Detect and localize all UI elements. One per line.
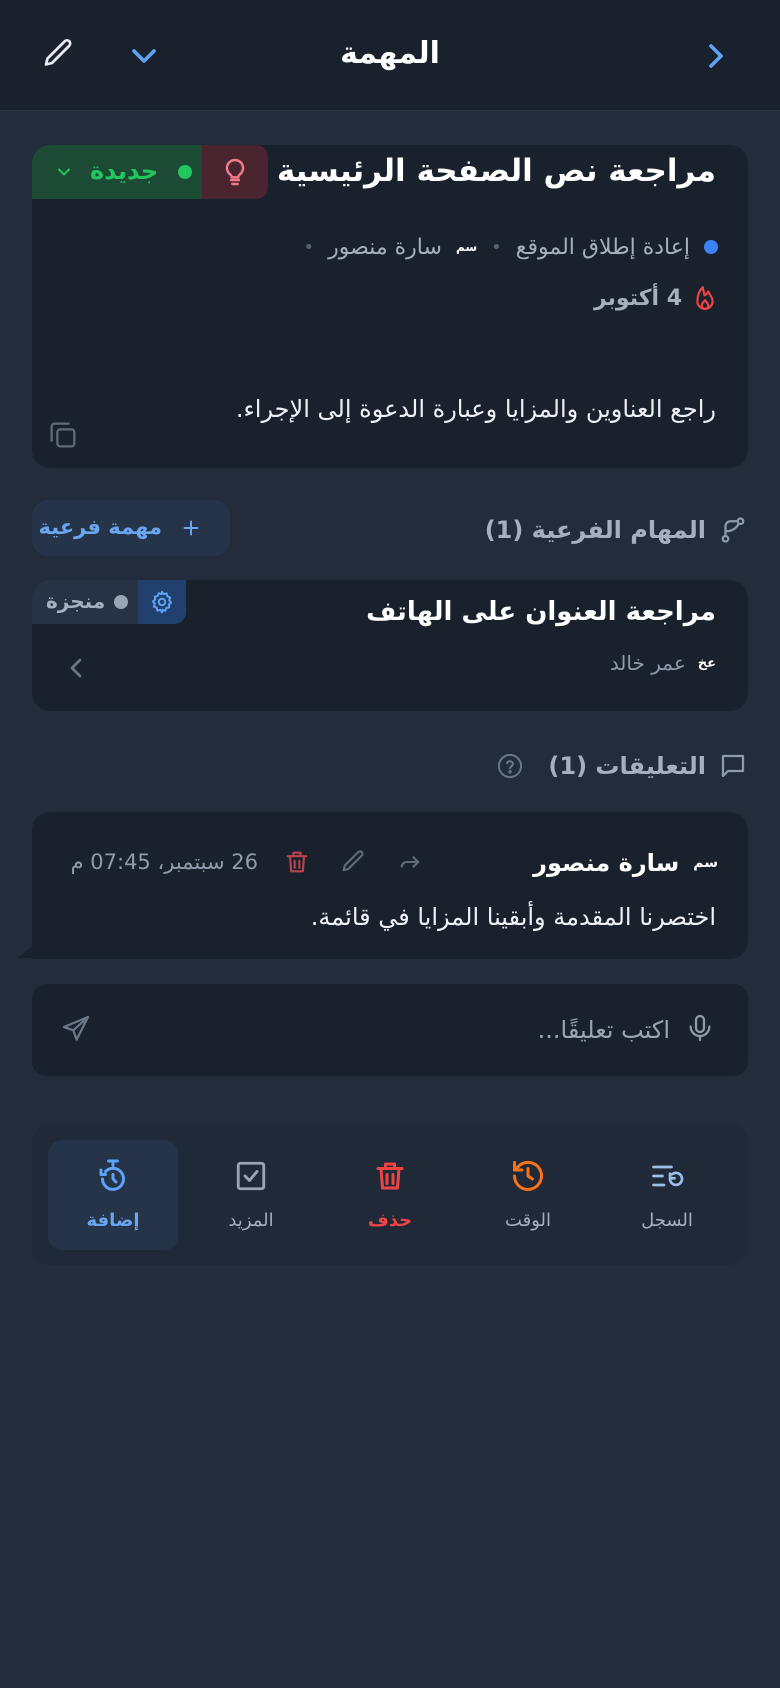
app-header: المهمة — [0, 0, 780, 111]
reply-button[interactable] — [396, 848, 426, 878]
copy-button[interactable] — [46, 418, 82, 454]
add-subtask-label: مهمة فرعية — [38, 515, 162, 539]
subtasks-heading: المهام الفرعية (1) — [484, 516, 706, 544]
chevron-right-icon — [709, 44, 723, 68]
microphone-icon — [689, 1014, 711, 1042]
voice-button[interactable] — [684, 1012, 718, 1046]
comment-bubble — [32, 812, 748, 959]
project-dot — [704, 240, 718, 254]
subtask-assignee-avatar: عخ — [697, 655, 716, 671]
clock-history-icon — [513, 1160, 543, 1191]
task-meta-row: إعادة إطلاق الموقع • سم سارة منصور • — [304, 231, 718, 263]
subtask-title: مراجعة العنوان على الهاتف — [366, 597, 716, 627]
assignee-avatar: سم — [455, 240, 478, 254]
subtask-settings-button[interactable] — [138, 580, 186, 624]
idea-button[interactable] — [202, 145, 268, 199]
status-dropdown[interactable]: جديدة — [32, 145, 202, 199]
separator-dot: • — [303, 236, 315, 258]
page-title: المهمة — [340, 36, 440, 71]
plus-icon — [183, 520, 199, 536]
project-name[interactable]: إعادة إطلاق الموقع — [516, 235, 690, 260]
trash-icon — [376, 1162, 404, 1190]
comment-author-avatar: سم — [693, 855, 718, 871]
tab-label: الوقت — [504, 1210, 552, 1231]
comment-input[interactable] — [110, 1006, 670, 1054]
branch-icon — [721, 517, 745, 543]
subtask-assignee-name: عمر خالد — [609, 651, 686, 675]
reply-arrow-icon — [400, 856, 420, 868]
task-title: مراجعة نص الصفحة الرئيسية — [276, 153, 716, 189]
time-button[interactable]: الوقت — [463, 1140, 593, 1250]
pencil-icon — [342, 850, 364, 872]
comments-heading: التعليقات (1) — [548, 752, 706, 780]
comment-header-row: سم سارة منصور — [533, 846, 718, 880]
gear-icon — [151, 590, 173, 614]
comment-timestamp: 26 سبتمبر، 07:45 م — [70, 850, 258, 874]
delete-comment-button[interactable] — [283, 848, 313, 878]
help-circle-icon[interactable] — [496, 752, 524, 780]
history-list-icon — [652, 1165, 684, 1187]
add-subtask-button[interactable]: مهمة فرعية — [32, 500, 230, 556]
history-log-button[interactable]: السجل — [602, 1140, 732, 1250]
separator-dot: • — [491, 236, 502, 258]
comment-author: سارة منصور — [533, 849, 680, 877]
chevron-down-icon — [58, 168, 70, 176]
tab-label: السجل — [641, 1210, 693, 1231]
delete-task-button[interactable]: حذف — [325, 1140, 455, 1250]
due-date-row: 4 أكتوبر — [594, 281, 718, 315]
task-description: راجع العناوين والمزايا وعبارة الدعوة إلى… — [235, 395, 716, 423]
comment-icon — [721, 754, 745, 778]
copy-icon — [50, 422, 76, 448]
fire-icon — [696, 286, 714, 310]
assignee-name[interactable]: سارة منصور — [328, 235, 442, 260]
lightbulb-icon — [225, 158, 245, 186]
comments-heading-row: التعليقات (1) — [496, 748, 748, 784]
subtask-open-button[interactable] — [60, 652, 92, 684]
add-button[interactable]: إضافة — [48, 1140, 178, 1250]
subtask-status-label: منجزة — [46, 589, 106, 613]
timer-add-icon — [99, 1159, 125, 1191]
back-button[interactable] — [696, 36, 736, 76]
send-button[interactable] — [60, 1013, 94, 1047]
more-button[interactable]: المزيد — [186, 1140, 316, 1250]
edit-comment-button[interactable] — [339, 848, 369, 878]
send-icon — [62, 1015, 90, 1041]
subtask-assignee-row: عخ عمر خالد — [610, 648, 716, 678]
tab-label: إضافة — [86, 1210, 140, 1231]
comment-body: اختصرنا المقدمة وأبقينا المزايا في قائمة… — [310, 903, 716, 931]
status-dot — [178, 165, 192, 179]
due-date[interactable]: 4 أكتوبر — [594, 286, 682, 311]
tab-label: حذف — [367, 1210, 413, 1231]
subtasks-heading-row: المهام الفرعية (1) — [485, 512, 748, 548]
subtask-status-dot — [114, 595, 128, 609]
tab-label: المزيد — [228, 1210, 274, 1231]
chevron-left-icon — [70, 658, 82, 678]
checkbox-icon — [236, 1161, 266, 1191]
trash-icon — [286, 851, 308, 873]
status-label: جديدة — [90, 157, 159, 185]
